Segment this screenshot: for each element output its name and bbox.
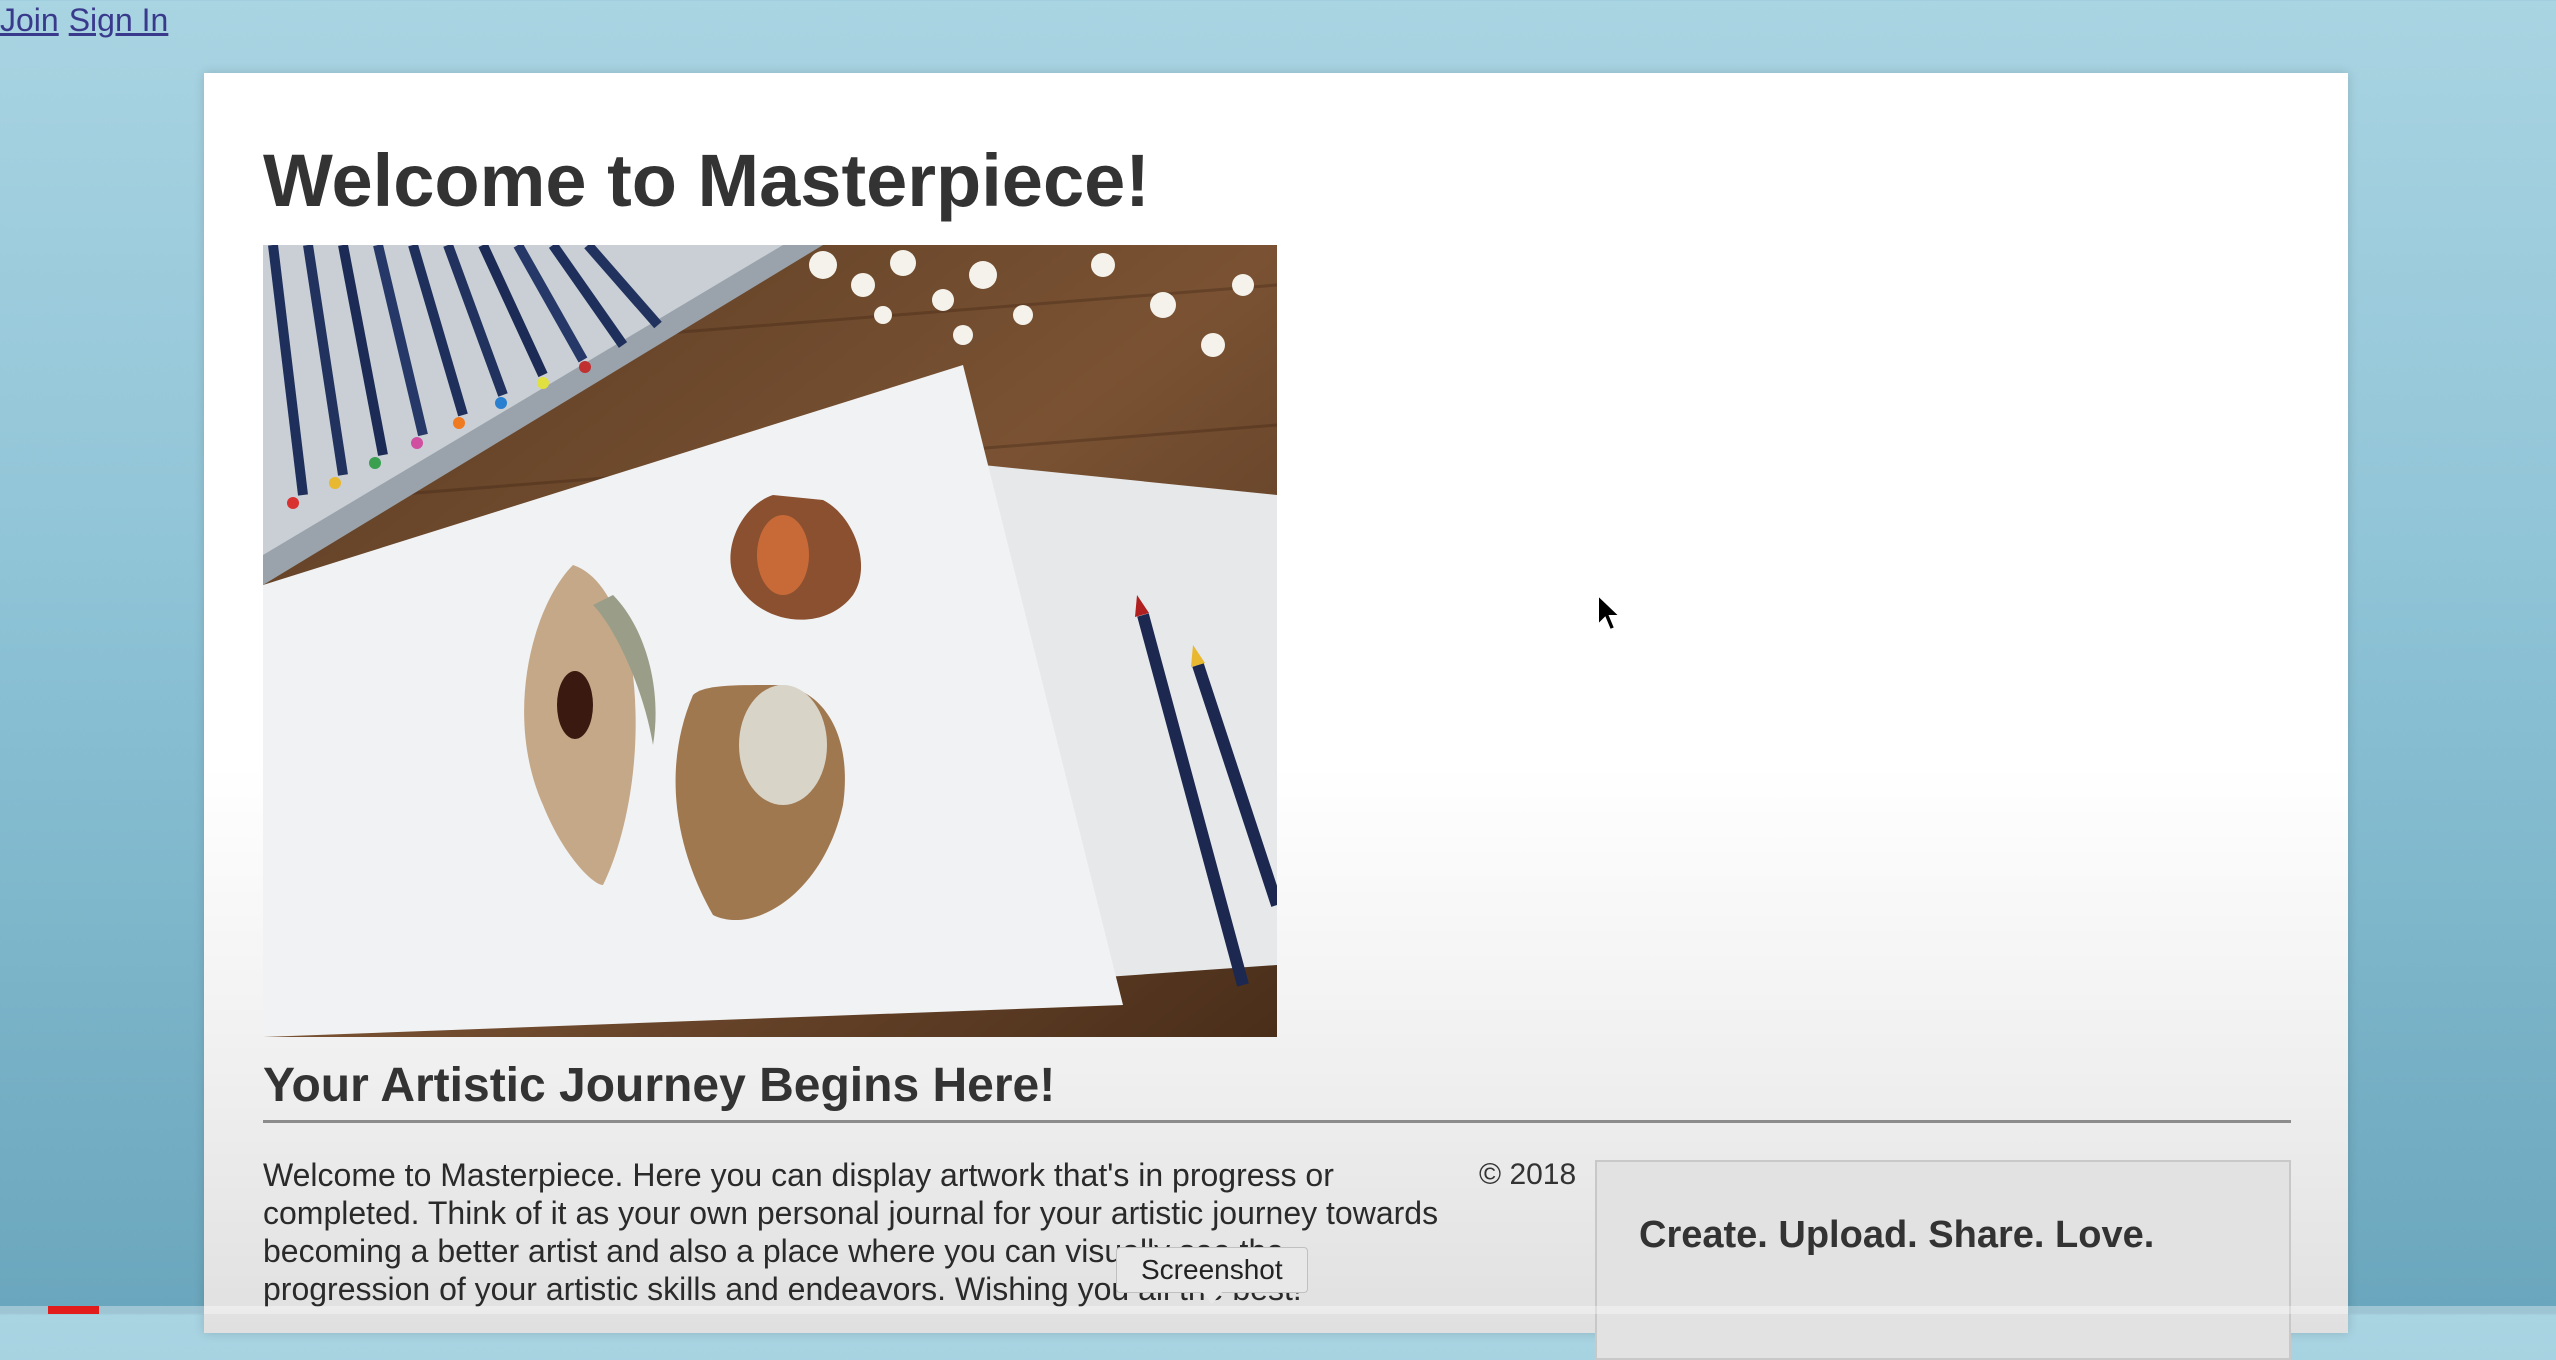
cta-text: Create. Upload. Share. Love. [1639, 1214, 2155, 1256]
page-card: Welcome to Masterpiece! Your Artistic Jo… [204, 73, 2348, 1360]
screenshot-tooltip: Screenshot [1116, 1247, 1308, 1304]
section-subtitle: Your Artistic Journey Begins Here! [263, 1059, 1056, 1112]
join-link[interactable]: Join [0, 2, 59, 38]
page-title: Welcome to Masterpiece! [263, 139, 1150, 222]
divider [263, 1120, 2291, 1123]
video-progress-bar[interactable] [0, 1306, 2556, 1314]
hero-illustration [263, 245, 1277, 1037]
mouse-cursor-icon [1597, 593, 1623, 632]
sign-in-link[interactable]: Sign In [69, 2, 169, 38]
hero-image [263, 245, 1277, 1037]
cta-box: Create. Upload. Share. Love. [1595, 1160, 2291, 1360]
top-nav: Join Sign In [0, 0, 178, 40]
copyright-text: © 2018 [1479, 1158, 1577, 1191]
video-progress-fill [48, 1306, 100, 1314]
